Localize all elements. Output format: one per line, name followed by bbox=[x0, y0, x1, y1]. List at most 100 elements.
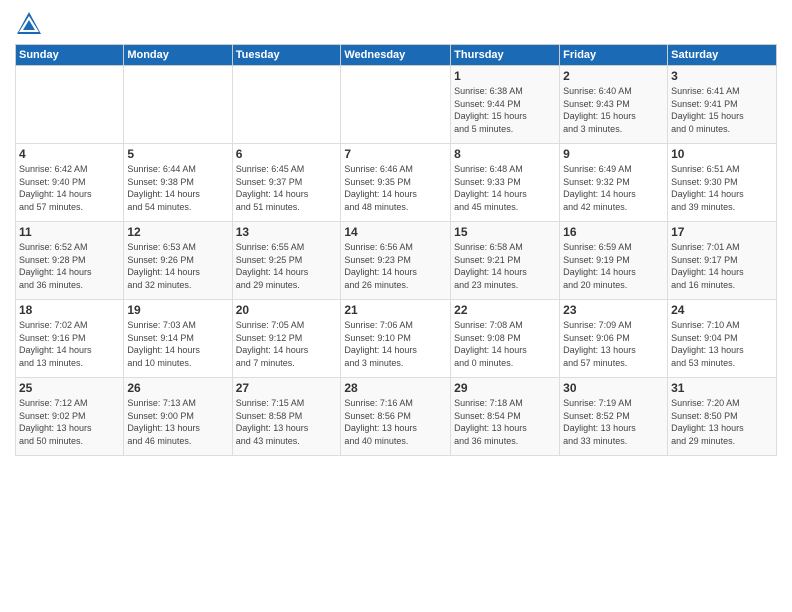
day-number: 21 bbox=[344, 303, 447, 317]
day-info: Sunrise: 7:12 AM Sunset: 9:02 PM Dayligh… bbox=[19, 397, 120, 447]
calendar-cell: 27 Sunrise: 7:15 AM Sunset: 8:58 PM Dayli… bbox=[232, 378, 341, 456]
calendar-cell: 4 Sunrise: 6:42 AM Sunset: 9:40 PM Daylig… bbox=[16, 144, 124, 222]
calendar-cell: 26 Sunrise: 7:13 AM Sunset: 9:00 PM Dayli… bbox=[124, 378, 232, 456]
calendar-cell: 12Sunrise: 6:53 AM Sunset: 9:26 PM Dayli… bbox=[124, 222, 232, 300]
day-number: 25 bbox=[19, 381, 120, 395]
calendar-cell: 10 Sunrise: 6:51 AM Sunset: 9:30 PM Dayli… bbox=[668, 144, 777, 222]
calendar-cell bbox=[341, 66, 451, 144]
day-info: Sunrise: 7:20 AM Sunset: 8:50 PM Dayligh… bbox=[671, 397, 773, 447]
day-info: Sunrise: 6:44 AM Sunset: 9:38 PM Dayligh… bbox=[127, 163, 228, 213]
day-info: Sunrise: 7:02 AM Sunset: 9:16 PM Dayligh… bbox=[19, 319, 120, 369]
day-info: Sunrise: 7:13 AM Sunset: 9:00 PM Dayligh… bbox=[127, 397, 228, 447]
day-number: 14 bbox=[344, 225, 447, 239]
calendar-day-header: Monday bbox=[124, 45, 232, 66]
calendar-cell: 13Sunrise: 6:55 AM Sunset: 9:25 PM Dayli… bbox=[232, 222, 341, 300]
day-info: Sunrise: 7:10 AM Sunset: 9:04 PM Dayligh… bbox=[671, 319, 773, 369]
day-info: Sunrise: 6:58 AM Sunset: 9:21 PM Dayligh… bbox=[454, 241, 556, 291]
day-number: 11 bbox=[19, 225, 120, 239]
calendar-cell bbox=[232, 66, 341, 144]
calendar-day-header: Friday bbox=[560, 45, 668, 66]
day-number: 2 bbox=[563, 69, 664, 83]
day-info: Sunrise: 7:15 AM Sunset: 8:58 PM Dayligh… bbox=[236, 397, 338, 447]
day-number: 12 bbox=[127, 225, 228, 239]
day-info: Sunrise: 6:41 AM Sunset: 9:41 PM Dayligh… bbox=[671, 85, 773, 135]
day-info: Sunrise: 6:48 AM Sunset: 9:33 PM Dayligh… bbox=[454, 163, 556, 213]
logo bbox=[15, 10, 47, 38]
calendar-cell: 11 Sunrise: 6:52 AM Sunset: 9:28 PM Dayli… bbox=[16, 222, 124, 300]
calendar-cell: 6 Sunrise: 6:45 AM Sunset: 9:37 PM Daylig… bbox=[232, 144, 341, 222]
day-info: Sunrise: 7:09 AM Sunset: 9:06 PM Dayligh… bbox=[563, 319, 664, 369]
day-number: 24 bbox=[671, 303, 773, 317]
day-info: Sunrise: 7:18 AM Sunset: 8:54 PM Dayligh… bbox=[454, 397, 556, 447]
day-info: Sunrise: 6:40 AM Sunset: 9:43 PM Dayligh… bbox=[563, 85, 664, 135]
day-info: Sunrise: 6:51 AM Sunset: 9:30 PM Dayligh… bbox=[671, 163, 773, 213]
day-info: Sunrise: 6:42 AM Sunset: 9:40 PM Dayligh… bbox=[19, 163, 120, 213]
calendar-cell: 3 Sunrise: 6:41 AM Sunset: 9:41 PM Daylig… bbox=[668, 66, 777, 144]
calendar-cell: 5 Sunrise: 6:44 AM Sunset: 9:38 PM Daylig… bbox=[124, 144, 232, 222]
day-number: 15 bbox=[454, 225, 556, 239]
day-info: Sunrise: 7:08 AM Sunset: 9:08 PM Dayligh… bbox=[454, 319, 556, 369]
calendar-cell bbox=[16, 66, 124, 144]
day-info: Sunrise: 6:45 AM Sunset: 9:37 PM Dayligh… bbox=[236, 163, 338, 213]
calendar-cell: 21 Sunrise: 7:06 AM Sunset: 9:10 PM Dayli… bbox=[341, 300, 451, 378]
calendar-week-row: 11 Sunrise: 6:52 AM Sunset: 9:28 PM Dayli… bbox=[16, 222, 777, 300]
calendar-cell: 2 Sunrise: 6:40 AM Sunset: 9:43 PM Daylig… bbox=[560, 66, 668, 144]
day-info: Sunrise: 7:06 AM Sunset: 9:10 PM Dayligh… bbox=[344, 319, 447, 369]
calendar-cell: 22 Sunrise: 7:08 AM Sunset: 9:08 PM Dayli… bbox=[451, 300, 560, 378]
day-info: Sunrise: 7:05 AM Sunset: 9:12 PM Dayligh… bbox=[236, 319, 338, 369]
day-info: Sunrise: 6:49 AM Sunset: 9:32 PM Dayligh… bbox=[563, 163, 664, 213]
day-number: 22 bbox=[454, 303, 556, 317]
day-number: 23 bbox=[563, 303, 664, 317]
calendar-cell: 16 Sunrise: 6:59 AM Sunset: 9:19 PM Dayli… bbox=[560, 222, 668, 300]
day-number: 28 bbox=[344, 381, 447, 395]
calendar-cell: 20 Sunrise: 7:05 AM Sunset: 9:12 PM Dayli… bbox=[232, 300, 341, 378]
calendar-day-header: Thursday bbox=[451, 45, 560, 66]
calendar-cell: 28 Sunrise: 7:16 AM Sunset: 8:56 PM Dayli… bbox=[341, 378, 451, 456]
calendar-cell: 24 Sunrise: 7:10 AM Sunset: 9:04 PM Dayli… bbox=[668, 300, 777, 378]
day-number: 17 bbox=[671, 225, 773, 239]
calendar-day-header: Wednesday bbox=[341, 45, 451, 66]
day-number: 30 bbox=[563, 381, 664, 395]
calendar-cell: 30 Sunrise: 7:19 AM Sunset: 8:52 PM Dayli… bbox=[560, 378, 668, 456]
calendar-cell: 1Sunrise: 6:38 AM Sunset: 9:44 PM Daylig… bbox=[451, 66, 560, 144]
calendar-week-row: 1Sunrise: 6:38 AM Sunset: 9:44 PM Daylig… bbox=[16, 66, 777, 144]
calendar-cell: 9Sunrise: 6:49 AM Sunset: 9:32 PM Daylig… bbox=[560, 144, 668, 222]
day-number: 31 bbox=[671, 381, 773, 395]
calendar-cell: 29 Sunrise: 7:18 AM Sunset: 8:54 PM Dayli… bbox=[451, 378, 560, 456]
day-info: Sunrise: 6:46 AM Sunset: 9:35 PM Dayligh… bbox=[344, 163, 447, 213]
day-info: Sunrise: 7:03 AM Sunset: 9:14 PM Dayligh… bbox=[127, 319, 228, 369]
calendar-week-row: 25 Sunrise: 7:12 AM Sunset: 9:02 PM Dayli… bbox=[16, 378, 777, 456]
calendar-cell: 18Sunrise: 7:02 AM Sunset: 9:16 PM Dayli… bbox=[16, 300, 124, 378]
calendar-cell: 19 Sunrise: 7:03 AM Sunset: 9:14 PM Dayli… bbox=[124, 300, 232, 378]
day-info: Sunrise: 6:56 AM Sunset: 9:23 PM Dayligh… bbox=[344, 241, 447, 291]
calendar-cell: 7 Sunrise: 6:46 AM Sunset: 9:35 PM Daylig… bbox=[341, 144, 451, 222]
calendar-cell: 15 Sunrise: 6:58 AM Sunset: 9:21 PM Dayli… bbox=[451, 222, 560, 300]
day-info: Sunrise: 6:52 AM Sunset: 9:28 PM Dayligh… bbox=[19, 241, 120, 291]
day-number: 4 bbox=[19, 147, 120, 161]
day-number: 1 bbox=[454, 69, 556, 83]
calendar-cell: 17 Sunrise: 7:01 AM Sunset: 9:17 PM Dayli… bbox=[668, 222, 777, 300]
day-info: Sunrise: 7:01 AM Sunset: 9:17 PM Dayligh… bbox=[671, 241, 773, 291]
day-number: 16 bbox=[563, 225, 664, 239]
calendar-table: SundayMondayTuesdayWednesdayThursdayFrid… bbox=[15, 44, 777, 456]
day-number: 27 bbox=[236, 381, 338, 395]
day-number: 20 bbox=[236, 303, 338, 317]
day-info: Sunrise: 7:16 AM Sunset: 8:56 PM Dayligh… bbox=[344, 397, 447, 447]
day-info: Sunrise: 7:19 AM Sunset: 8:52 PM Dayligh… bbox=[563, 397, 664, 447]
day-info: Sunrise: 6:59 AM Sunset: 9:19 PM Dayligh… bbox=[563, 241, 664, 291]
calendar-cell: 8Sunrise: 6:48 AM Sunset: 9:33 PM Daylig… bbox=[451, 144, 560, 222]
day-number: 10 bbox=[671, 147, 773, 161]
calendar-cell bbox=[124, 66, 232, 144]
day-number: 7 bbox=[344, 147, 447, 161]
header bbox=[15, 10, 777, 38]
calendar-header-row: SundayMondayTuesdayWednesdayThursdayFrid… bbox=[16, 45, 777, 66]
day-number: 19 bbox=[127, 303, 228, 317]
calendar-cell: 23 Sunrise: 7:09 AM Sunset: 9:06 PM Dayli… bbox=[560, 300, 668, 378]
calendar-day-header: Tuesday bbox=[232, 45, 341, 66]
day-number: 5 bbox=[127, 147, 228, 161]
day-number: 6 bbox=[236, 147, 338, 161]
logo-icon bbox=[15, 10, 43, 38]
day-number: 26 bbox=[127, 381, 228, 395]
day-number: 3 bbox=[671, 69, 773, 83]
day-number: 29 bbox=[454, 381, 556, 395]
